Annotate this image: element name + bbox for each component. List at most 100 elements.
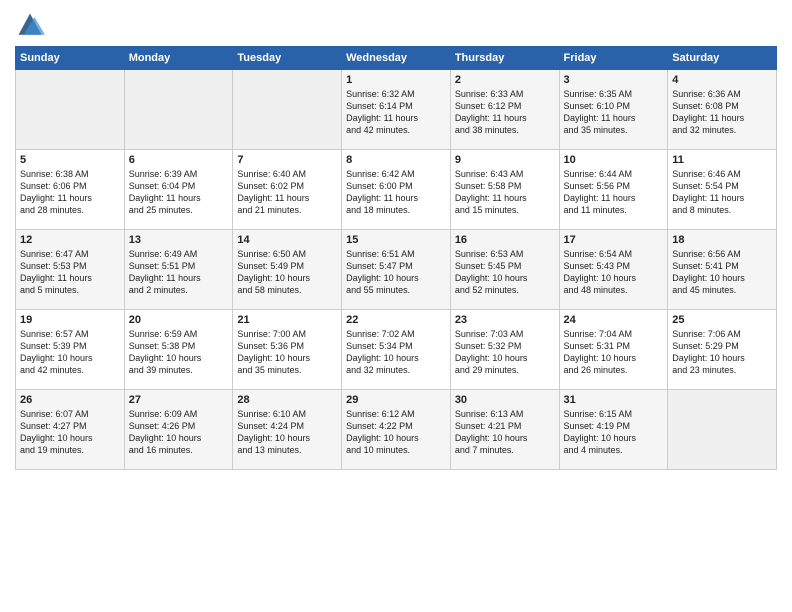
calendar-cell: 13 Sunrise: 6:49 AM Sunset: 5:51 PM Dayli… xyxy=(124,230,233,310)
day-info: Sunrise: 6:59 AM Sunset: 5:38 PM Dayligh… xyxy=(129,328,229,377)
day-number: 2 xyxy=(455,74,555,86)
day-number: 1 xyxy=(346,74,446,86)
calendar-week-row: 19 Sunrise: 6:57 AM Sunset: 5:39 PM Dayli… xyxy=(16,310,777,390)
day-info: Sunrise: 6:40 AM Sunset: 6:02 PM Dayligh… xyxy=(237,168,337,217)
calendar-table: SundayMondayTuesdayWednesdayThursdayFrid… xyxy=(15,46,777,470)
day-header: Friday xyxy=(559,47,668,70)
day-number: 6 xyxy=(129,154,229,166)
day-number: 7 xyxy=(237,154,337,166)
calendar-cell xyxy=(233,70,342,150)
calendar-cell: 31 Sunrise: 6:15 AM Sunset: 4:19 PM Dayli… xyxy=(559,390,668,470)
day-info: Sunrise: 6:56 AM Sunset: 5:41 PM Dayligh… xyxy=(672,248,772,297)
calendar-cell: 20 Sunrise: 6:59 AM Sunset: 5:38 PM Dayli… xyxy=(124,310,233,390)
day-info: Sunrise: 6:36 AM Sunset: 6:08 PM Dayligh… xyxy=(672,88,772,137)
day-info: Sunrise: 6:49 AM Sunset: 5:51 PM Dayligh… xyxy=(129,248,229,297)
day-info: Sunrise: 6:33 AM Sunset: 6:12 PM Dayligh… xyxy=(455,88,555,137)
day-info: Sunrise: 7:02 AM Sunset: 5:34 PM Dayligh… xyxy=(346,328,446,377)
calendar-cell: 7 Sunrise: 6:40 AM Sunset: 6:02 PM Daylig… xyxy=(233,150,342,230)
day-number: 15 xyxy=(346,234,446,246)
day-info: Sunrise: 6:47 AM Sunset: 5:53 PM Dayligh… xyxy=(20,248,120,297)
day-number: 11 xyxy=(672,154,772,166)
day-info: Sunrise: 6:39 AM Sunset: 6:04 PM Dayligh… xyxy=(129,168,229,217)
day-number: 3 xyxy=(564,74,664,86)
day-number: 19 xyxy=(20,314,120,326)
calendar-cell: 8 Sunrise: 6:42 AM Sunset: 6:00 PM Daylig… xyxy=(342,150,451,230)
header-row: SundayMondayTuesdayWednesdayThursdayFrid… xyxy=(16,47,777,70)
day-info: Sunrise: 7:06 AM Sunset: 5:29 PM Dayligh… xyxy=(672,328,772,377)
day-header: Wednesday xyxy=(342,47,451,70)
day-header: Tuesday xyxy=(233,47,342,70)
calendar-cell: 24 Sunrise: 7:04 AM Sunset: 5:31 PM Dayli… xyxy=(559,310,668,390)
calendar-cell: 27Sunrise: 6:09 AM Sunset: 4:26 PM Dayli… xyxy=(124,390,233,470)
calendar-cell: 12 Sunrise: 6:47 AM Sunset: 5:53 PM Dayli… xyxy=(16,230,125,310)
calendar-cell: 15 Sunrise: 6:51 AM Sunset: 5:47 PM Dayli… xyxy=(342,230,451,310)
calendar-cell: 3Sunrise: 6:35 AM Sunset: 6:10 PM Daylig… xyxy=(559,70,668,150)
day-info: Sunrise: 7:03 AM Sunset: 5:32 PM Dayligh… xyxy=(455,328,555,377)
day-number: 17 xyxy=(564,234,664,246)
calendar-page: SundayMondayTuesdayWednesdayThursdayFrid… xyxy=(0,0,792,612)
header xyxy=(15,10,777,40)
calendar-cell xyxy=(16,70,125,150)
day-number: 23 xyxy=(455,314,555,326)
calendar-cell: 2 Sunrise: 6:33 AM Sunset: 6:12 PM Daylig… xyxy=(450,70,559,150)
logo-icon xyxy=(15,10,45,40)
calendar-cell: 16 Sunrise: 6:53 AM Sunset: 5:45 PM Dayli… xyxy=(450,230,559,310)
day-info: Sunrise: 7:00 AM Sunset: 5:36 PM Dayligh… xyxy=(237,328,337,377)
day-number: 30 xyxy=(455,394,555,406)
calendar-cell: 30 Sunrise: 6:13 AM Sunset: 4:21 PM Dayli… xyxy=(450,390,559,470)
day-info: Sunrise: 7:04 AM Sunset: 5:31 PM Dayligh… xyxy=(564,328,664,377)
day-number: 9 xyxy=(455,154,555,166)
day-header: Sunday xyxy=(16,47,125,70)
day-number: 31 xyxy=(564,394,664,406)
calendar-cell: 17Sunrise: 6:54 AM Sunset: 5:43 PM Dayli… xyxy=(559,230,668,310)
day-info: Sunrise: 6:57 AM Sunset: 5:39 PM Dayligh… xyxy=(20,328,120,377)
calendar-cell: 25 Sunrise: 7:06 AM Sunset: 5:29 PM Dayli… xyxy=(668,310,777,390)
calendar-cell: 4Sunrise: 6:36 AM Sunset: 6:08 PM Daylig… xyxy=(668,70,777,150)
day-number: 28 xyxy=(237,394,337,406)
calendar-cell: 21 Sunrise: 7:00 AM Sunset: 5:36 PM Dayli… xyxy=(233,310,342,390)
day-info: Sunrise: 6:50 AM Sunset: 5:49 PM Dayligh… xyxy=(237,248,337,297)
day-info: Sunrise: 6:43 AM Sunset: 5:58 PM Dayligh… xyxy=(455,168,555,217)
day-info: Sunrise: 6:10 AM Sunset: 4:24 PM Dayligh… xyxy=(237,408,337,457)
calendar-cell: 26Sunrise: 6:07 AM Sunset: 4:27 PM Dayli… xyxy=(16,390,125,470)
calendar-cell xyxy=(124,70,233,150)
calendar-week-row: 12 Sunrise: 6:47 AM Sunset: 5:53 PM Dayli… xyxy=(16,230,777,310)
calendar-cell: 6 Sunrise: 6:39 AM Sunset: 6:04 PM Daylig… xyxy=(124,150,233,230)
day-info: Sunrise: 6:32 AM Sunset: 6:14 PM Dayligh… xyxy=(346,88,446,137)
day-number: 18 xyxy=(672,234,772,246)
day-number: 13 xyxy=(129,234,229,246)
calendar-cell: 10Sunrise: 6:44 AM Sunset: 5:56 PM Dayli… xyxy=(559,150,668,230)
day-info: Sunrise: 6:53 AM Sunset: 5:45 PM Dayligh… xyxy=(455,248,555,297)
day-info: Sunrise: 6:12 AM Sunset: 4:22 PM Dayligh… xyxy=(346,408,446,457)
day-info: Sunrise: 6:38 AM Sunset: 6:06 PM Dayligh… xyxy=(20,168,120,217)
day-number: 24 xyxy=(564,314,664,326)
day-number: 8 xyxy=(346,154,446,166)
day-number: 27 xyxy=(129,394,229,406)
day-info: Sunrise: 6:42 AM Sunset: 6:00 PM Dayligh… xyxy=(346,168,446,217)
calendar-cell xyxy=(668,390,777,470)
day-number: 20 xyxy=(129,314,229,326)
day-number: 14 xyxy=(237,234,337,246)
day-number: 16 xyxy=(455,234,555,246)
calendar-cell: 28 Sunrise: 6:10 AM Sunset: 4:24 PM Dayli… xyxy=(233,390,342,470)
day-number: 25 xyxy=(672,314,772,326)
calendar-week-row: 5 Sunrise: 6:38 AM Sunset: 6:06 PM Daylig… xyxy=(16,150,777,230)
calendar-cell: 22Sunrise: 7:02 AM Sunset: 5:34 PM Dayli… xyxy=(342,310,451,390)
day-header: Thursday xyxy=(450,47,559,70)
day-number: 29 xyxy=(346,394,446,406)
day-number: 12 xyxy=(20,234,120,246)
calendar-cell: 23 Sunrise: 7:03 AM Sunset: 5:32 PM Dayli… xyxy=(450,310,559,390)
day-info: Sunrise: 6:51 AM Sunset: 5:47 PM Dayligh… xyxy=(346,248,446,297)
day-number: 5 xyxy=(20,154,120,166)
day-info: Sunrise: 6:15 AM Sunset: 4:19 PM Dayligh… xyxy=(564,408,664,457)
calendar-cell: 11Sunrise: 6:46 AM Sunset: 5:54 PM Dayli… xyxy=(668,150,777,230)
calendar-cell: 5 Sunrise: 6:38 AM Sunset: 6:06 PM Daylig… xyxy=(16,150,125,230)
day-info: Sunrise: 6:13 AM Sunset: 4:21 PM Dayligh… xyxy=(455,408,555,457)
day-number: 21 xyxy=(237,314,337,326)
calendar-cell: 18 Sunrise: 6:56 AM Sunset: 5:41 PM Dayli… xyxy=(668,230,777,310)
calendar-week-row: 1 Sunrise: 6:32 AM Sunset: 6:14 PM Daylig… xyxy=(16,70,777,150)
calendar-week-row: 26Sunrise: 6:07 AM Sunset: 4:27 PM Dayli… xyxy=(16,390,777,470)
calendar-cell: 19 Sunrise: 6:57 AM Sunset: 5:39 PM Dayli… xyxy=(16,310,125,390)
day-number: 10 xyxy=(564,154,664,166)
calendar-cell: 1 Sunrise: 6:32 AM Sunset: 6:14 PM Daylig… xyxy=(342,70,451,150)
